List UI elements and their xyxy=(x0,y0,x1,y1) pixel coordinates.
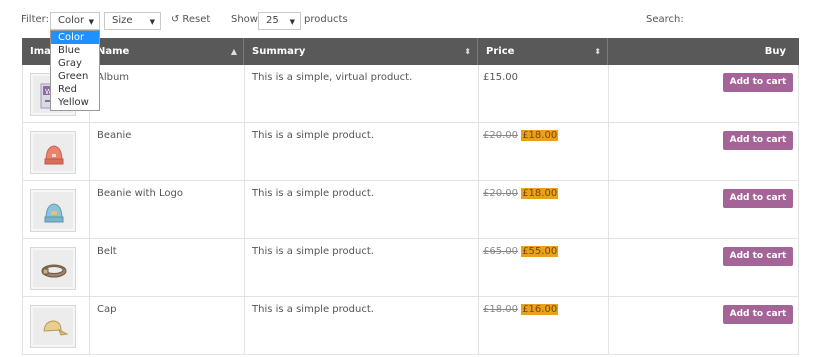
buy-cell: Add to cart xyxy=(609,239,799,297)
color-filter-value: Color xyxy=(58,15,85,26)
sale-price: £16.00 xyxy=(521,304,559,315)
search-label: Search: xyxy=(646,14,684,25)
product-summary-text: This is a simple product. xyxy=(252,246,374,257)
product-name[interactable]: Album xyxy=(90,65,245,123)
sort-icon: ⬍ xyxy=(464,47,471,56)
beanie-icon xyxy=(44,145,64,165)
column-header-summary[interactable]: Summary ⬍ xyxy=(244,38,478,65)
product-summary: This is a simple product. xyxy=(245,181,479,239)
product-thumbnail[interactable] xyxy=(30,305,76,348)
product-price: £20.00 £18.00 xyxy=(479,123,609,181)
sale-price: £55.00 xyxy=(521,246,559,257)
product-summary: This is a simple product. xyxy=(245,239,479,297)
product-name-text[interactable]: Beanie xyxy=(97,130,131,141)
product-price: £65.00 £55.00 xyxy=(479,239,609,297)
color-option-red[interactable]: Red xyxy=(51,83,99,96)
product-name[interactable]: Beanie with Logo xyxy=(90,181,245,239)
table-header: Ima Name ▲ Summary ⬍ Price ⬍ Buy xyxy=(22,38,799,65)
size-filter-select[interactable]: Size ▼ xyxy=(104,12,161,30)
buy-cell: Add to cart xyxy=(609,65,799,123)
sale-price: £18.00 xyxy=(521,188,559,199)
chevron-down-icon: ▼ xyxy=(289,18,295,26)
add-to-cart-button[interactable]: Add to cart xyxy=(723,73,793,92)
page-length-value: 25 xyxy=(266,15,279,26)
column-header-price[interactable]: Price ⬍ xyxy=(478,38,608,65)
column-header-buy: Buy xyxy=(608,38,799,65)
color-option-gray[interactable]: Gray xyxy=(51,57,99,70)
column-header-name[interactable]: Name ▲ xyxy=(89,38,244,65)
color-option-color[interactable]: Color xyxy=(51,31,99,44)
product-price: £18.00 £16.00 xyxy=(479,297,609,355)
price-text: £15.00 xyxy=(483,72,518,83)
product-thumbnail[interactable] xyxy=(30,131,76,174)
image-cell xyxy=(23,181,90,239)
product-summary-text: This is a simple product. xyxy=(252,304,374,315)
buy-cell: Add to cart xyxy=(609,181,799,239)
page-length-select[interactable]: 25 ▼ xyxy=(258,12,301,30)
show-label: Show xyxy=(231,14,258,25)
product-name[interactable]: Beanie xyxy=(90,123,245,181)
product-thumbnail[interactable] xyxy=(30,189,76,232)
regular-price: £65.00 xyxy=(483,246,518,257)
color-filter-dropdown: Color Blue Gray Green Red Yellow xyxy=(50,30,100,111)
beanie-logo-icon xyxy=(44,203,64,223)
filter-label: Filter: xyxy=(21,14,49,25)
table-row: Cap This is a simple product. £18.00 £16… xyxy=(22,297,799,355)
products-label: products xyxy=(304,14,348,25)
column-header-name-label: Name xyxy=(97,46,130,57)
belt-icon xyxy=(41,264,67,278)
product-summary-text: This is a simple, virtual product. xyxy=(252,72,413,83)
add-to-cart-button[interactable]: Add to cart xyxy=(723,305,793,324)
color-option-blue[interactable]: Blue xyxy=(51,44,99,57)
chevron-down-icon: ▼ xyxy=(149,18,155,26)
chevron-down-icon: ▼ xyxy=(88,18,94,26)
reset-filters-link[interactable]: ↺ Reset xyxy=(171,14,210,25)
image-cell xyxy=(23,123,90,181)
reset-label: Reset xyxy=(182,14,211,25)
product-name[interactable]: Cap xyxy=(90,297,245,355)
product-price: £20.00 £18.00 xyxy=(479,181,609,239)
color-filter-select[interactable]: Color ▼ xyxy=(50,12,100,30)
add-to-cart-button[interactable]: Add to cart xyxy=(723,189,793,208)
regular-price: £20.00 xyxy=(483,130,518,141)
product-summary: This is a simple product. xyxy=(245,123,479,181)
product-price: £15.00 xyxy=(479,65,609,123)
cap-icon xyxy=(43,320,69,336)
product-name-text[interactable]: Belt xyxy=(97,246,117,257)
product-summary-text: This is a simple product. xyxy=(252,188,374,199)
column-header-price-label: Price xyxy=(486,46,515,57)
image-cell xyxy=(23,297,90,355)
product-thumbnail[interactable] xyxy=(30,247,76,290)
table-controls: Filter: Color ▼ Size ▼ ↺ Reset Show 25 ▼ … xyxy=(0,0,820,38)
sale-price: £18.00 xyxy=(521,130,559,141)
product-name[interactable]: Belt xyxy=(90,239,245,297)
column-header-image-label: Ima xyxy=(30,46,51,57)
sort-icon: ▲ xyxy=(230,47,237,56)
add-to-cart-button[interactable]: Add to cart xyxy=(723,131,793,150)
product-name-text[interactable]: Album xyxy=(97,72,129,83)
buy-cell: Add to cart xyxy=(609,123,799,181)
product-summary: This is a simple, virtual product. xyxy=(245,65,479,123)
product-summary-text: This is a simple product. xyxy=(252,130,374,141)
product-name-text[interactable]: Beanie with Logo xyxy=(97,188,183,199)
image-cell xyxy=(23,239,90,297)
product-summary: This is a simple product. xyxy=(245,297,479,355)
sort-icon: ⬍ xyxy=(594,47,601,56)
buy-cell: Add to cart xyxy=(609,297,799,355)
color-option-green[interactable]: Green xyxy=(51,70,99,83)
size-filter-value: Size xyxy=(112,15,133,26)
table-row: Belt This is a simple product. £65.00 £5… xyxy=(22,239,799,297)
color-option-yellow[interactable]: Yellow xyxy=(51,96,99,109)
table-row: W Album This is a simple, virtual produc… xyxy=(22,65,799,123)
reset-icon: ↺ xyxy=(171,14,180,25)
column-header-buy-label: Buy xyxy=(764,46,786,57)
table-row: Beanie with Logo This is a simple produc… xyxy=(22,181,799,239)
product-name-text[interactable]: Cap xyxy=(97,304,116,315)
add-to-cart-button[interactable]: Add to cart xyxy=(723,247,793,266)
regular-price: £20.00 xyxy=(483,188,518,199)
column-header-summary-label: Summary xyxy=(252,46,306,57)
table-row: Beanie This is a simple product. £20.00 … xyxy=(22,123,799,181)
regular-price: £18.00 xyxy=(483,304,518,315)
